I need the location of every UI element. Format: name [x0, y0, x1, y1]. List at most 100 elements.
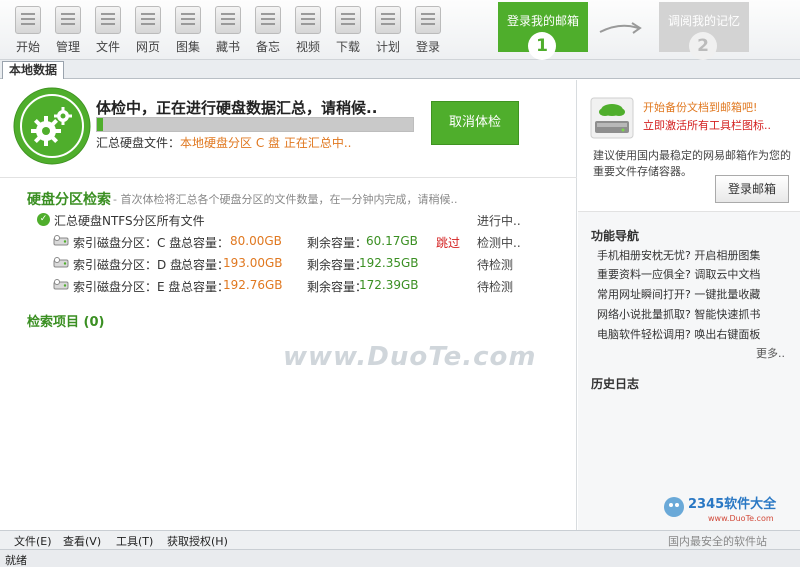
home-icon: [15, 6, 41, 34]
scan-progress-fill: [97, 118, 104, 131]
toolbar-item-label: 管理: [55, 40, 80, 54]
brand-slogan: 国内最安全的软件站: [668, 535, 767, 548]
toolbar-item-label: 图集: [175, 40, 200, 54]
skip-link[interactable]: 跳过: [436, 234, 460, 251]
check-icon: ✓: [37, 213, 50, 226]
disk-status: 待检测: [477, 258, 514, 272]
toolbar-item-start[interactable]: 开始: [8, 0, 48, 60]
menu-tools[interactable]: 工具(T): [116, 533, 153, 549]
toolbar-item-manage[interactable]: 管理: [48, 0, 88, 60]
menu-file[interactable]: 文件(E): [14, 533, 52, 549]
scan-status-title: 体检中，正在进行硬盘数据汇总，请稍候..: [96, 99, 378, 117]
nav-row: 常用网址瞬间打开? 一键批量收藏: [597, 286, 760, 302]
total-capacity-label: 总容量：: [181, 258, 230, 272]
brand-logo: 2345软件大全 www.DuoTe.com: [664, 496, 777, 523]
mail-promo-line1[interactable]: 开始备份文档到邮箱吧!: [643, 99, 757, 115]
disk-drive-icon: [53, 257, 69, 268]
disk-row: 索引磁盘分区：C 盘 总容量： 80.00GB 剩余容量： 60.17GB 跳过…: [0, 232, 577, 254]
mail-promo-line2[interactable]: 立即激活所有工具栏图标..: [643, 117, 771, 133]
toolbar: 开始 管理 文件 网页 图集 藏书 备忘 视频 下载 计划 登录 登录我的邮箱: [0, 0, 800, 60]
total-capacity-value: 80.00GB: [230, 234, 282, 248]
free-capacity-label: 剩余容量：: [307, 258, 368, 272]
disk-status: 检测中..: [477, 236, 521, 250]
nav-question[interactable]: 电脑软件轻松调用?: [597, 328, 691, 341]
toolbar-item-label: 视频: [295, 40, 320, 54]
scan-file-line: 汇总硬盘文件：本地硬盘分区 C 盘 正在汇总中..: [96, 134, 351, 151]
nav-question[interactable]: 手机相册安枕无忧?: [597, 249, 691, 262]
nav-action[interactable]: 智能快速抓书: [694, 308, 760, 321]
tab-local-data[interactable]: 本地数据: [2, 61, 65, 79]
more-link[interactable]: 更多..: [756, 345, 785, 361]
toolbar-item-memo[interactable]: 备忘: [248, 0, 288, 60]
main-panel: 体检中，正在进行硬盘数据汇总，请稍候.. 汇总硬盘文件：本地硬盘分区 C 盘 正…: [0, 80, 577, 530]
total-capacity-value: 192.76GB: [223, 278, 283, 292]
status-text: 就绪: [5, 554, 27, 567]
disk-row: 索引磁盘分区：D 盘 总容量： 193.00GB 剩余容量： 192.35GB …: [0, 254, 577, 276]
disk-status: 待检测: [477, 280, 514, 294]
brand-name: 2345软件大全: [688, 496, 777, 512]
search-items-title: 检索项目 (0): [27, 315, 105, 330]
nav-question[interactable]: 常用网址瞬间打开?: [597, 288, 691, 301]
nav-action[interactable]: 调取云中文档: [694, 268, 760, 281]
disk-drive-icon: [53, 235, 69, 246]
gallery-icon: [175, 6, 201, 34]
toolbar-item-label: 计划: [375, 40, 400, 54]
login-mailbox-button[interactable]: 登录邮箱: [715, 175, 789, 203]
nav-action[interactable]: 一键批量收藏: [694, 288, 760, 301]
nav-row: 网络小说批量抓取? 智能快速抓书: [597, 306, 760, 322]
nav-row: 重要资料一应俱全? 调取云中文档: [597, 266, 760, 282]
total-capacity-label: 总容量：: [181, 280, 230, 294]
total-capacity-value: 193.00GB: [223, 256, 283, 270]
step-number: 2: [689, 32, 717, 60]
nav-title: 功能导航: [591, 229, 640, 243]
toolbar-item-label: 藏书: [215, 40, 240, 54]
summary-status: 进行中..: [477, 214, 521, 228]
menu-license[interactable]: 获取授权(H): [167, 533, 228, 549]
summary-label: 汇总硬盘NTFS分区所有文件: [54, 214, 205, 228]
books-icon: [215, 6, 241, 34]
toolbar-item-label: 备忘: [255, 40, 280, 54]
toolbar-item-label: 下载: [335, 40, 360, 54]
status-bar: 就绪: [0, 549, 800, 567]
toolbar-item-webpage[interactable]: 网页: [128, 0, 168, 60]
toolbar-item-file[interactable]: 文件: [88, 0, 128, 60]
free-capacity-value: 172.39GB: [359, 278, 419, 292]
memo-icon: [255, 6, 281, 34]
watermark: www.DuoTe.com: [283, 342, 537, 372]
disk-section-description: - 首次体检将汇总各个硬盘分区的文件数量，在一分钟内完成，请稍候..: [113, 193, 458, 206]
free-capacity-value: 192.35GB: [359, 256, 419, 270]
nav-question[interactable]: 重要资料一应俱全?: [597, 268, 691, 281]
mail-backup-box: 开始备份文档到邮箱吧! 立即激活所有工具栏图标.. 建议使用国内最稳定的网易邮箱…: [578, 80, 800, 212]
gears-logo-icon: [13, 87, 91, 165]
step-number: 1: [528, 32, 556, 60]
toolbar-item-download[interactable]: 下载: [328, 0, 368, 60]
step-login-mailbox[interactable]: 登录我的邮箱 1: [498, 2, 588, 60]
webpage-icon: [135, 6, 161, 34]
toolbar-item-gallery[interactable]: 图集: [168, 0, 208, 60]
history-title: 历史日志: [591, 377, 640, 391]
disk-drive-icon: [53, 279, 69, 290]
nav-question[interactable]: 网络小说批量抓取?: [597, 308, 691, 321]
disk-section-title: 硬盘分区检索: [27, 192, 111, 208]
toolbar-item-plan[interactable]: 计划: [368, 0, 408, 60]
menu-view[interactable]: 查看(V): [63, 533, 101, 549]
free-capacity-label: 剩余容量：: [307, 280, 368, 294]
step-view-memory[interactable]: 调阅我的记忆 2: [659, 2, 749, 60]
nav-action[interactable]: 开启相册图集: [694, 249, 760, 262]
cloud-drive-icon: [590, 97, 634, 139]
brand-url: www.DuoTe.com: [708, 514, 774, 523]
disk-name: 索引磁盘分区：E 盘: [73, 280, 181, 294]
manage-icon: [55, 6, 81, 34]
video-icon: [295, 6, 321, 34]
nav-action[interactable]: 唤出右键面板: [694, 328, 760, 341]
arrow-right-icon: [599, 22, 642, 34]
toolbar-item-video[interactable]: 视频: [288, 0, 328, 60]
free-capacity-value: 60.17GB: [366, 234, 418, 248]
toolbar-item-books[interactable]: 藏书: [208, 0, 248, 60]
step-label: 登录我的邮箱: [506, 14, 579, 28]
cancel-scan-button[interactable]: 取消体检: [431, 101, 519, 145]
toolbar-item-login[interactable]: 登录: [408, 0, 448, 60]
free-capacity-label: 剩余容量：: [307, 236, 368, 250]
tab-strip: 本地数据: [0, 60, 800, 79]
total-capacity-label: 总容量：: [181, 236, 230, 250]
